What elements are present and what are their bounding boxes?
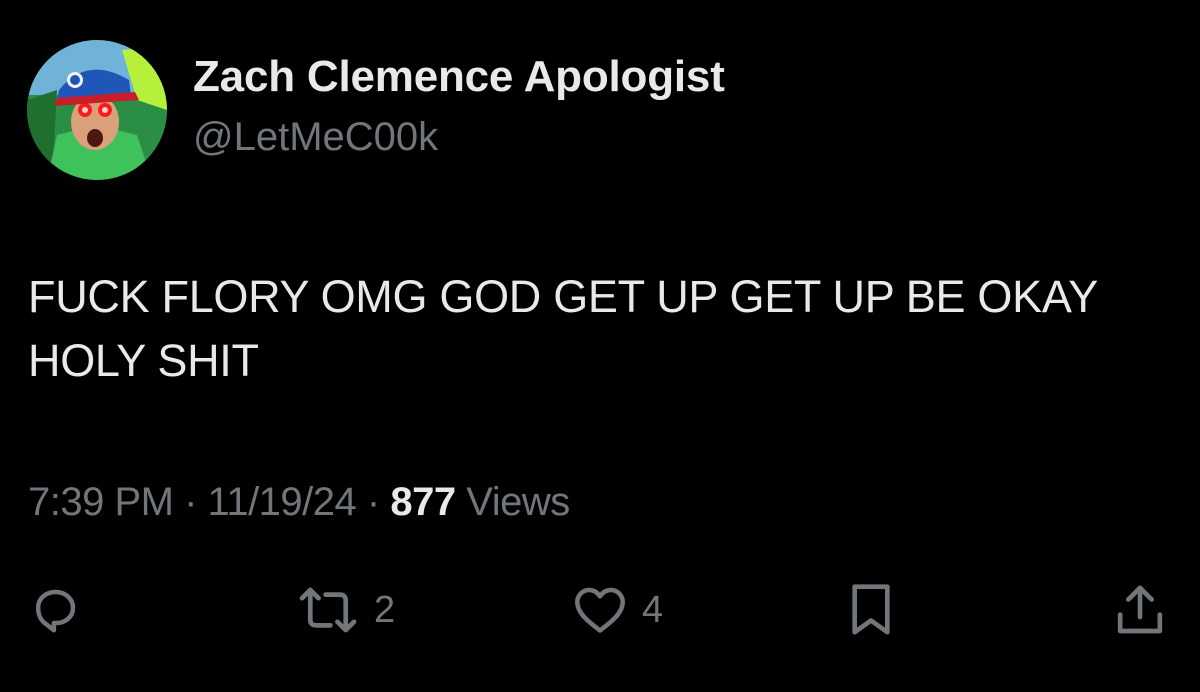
views-count: 877 [390, 480, 456, 524]
profile-avatar[interactable] [27, 40, 167, 180]
like-count: 4 [642, 588, 664, 631]
retweet-icon [299, 587, 357, 633]
bookmark-icon [852, 584, 890, 635]
tweet-text: FUCK FLORY OMG GOD GET UP GET UP BE OKAY… [28, 271, 1098, 386]
like-button[interactable]: 4 [572, 580, 663, 640]
meta-separator: · [184, 480, 197, 524]
reply-button[interactable] [26, 580, 84, 640]
avatar-image [27, 40, 167, 180]
author-handle[interactable]: @LetMeC00k [193, 115, 438, 160]
retweet-count: 2 [374, 588, 396, 631]
tweet-date[interactable]: 11/19/24 [208, 480, 357, 524]
bookmark-button[interactable] [846, 580, 896, 640]
share-icon [1117, 585, 1163, 634]
tweet-time[interactable]: 7:39 PM [28, 480, 174, 524]
meta-separator: · [366, 480, 380, 524]
views-label: Views [466, 480, 570, 524]
share-button[interactable] [1112, 580, 1168, 640]
heart-icon [575, 587, 625, 633]
action-bar: 2 4 [0, 580, 1200, 640]
retweet-button[interactable]: 2 [296, 580, 395, 640]
tweet-card: Zach Clemence Apologist @LetMeC00k FUCK … [0, 0, 1200, 692]
author-display-name[interactable]: Zach Clemence Apologist [193, 52, 725, 102]
reply-icon [35, 589, 76, 633]
tweet-meta: 7:39 PM · 11/19/24 · 877 Views [28, 480, 570, 525]
